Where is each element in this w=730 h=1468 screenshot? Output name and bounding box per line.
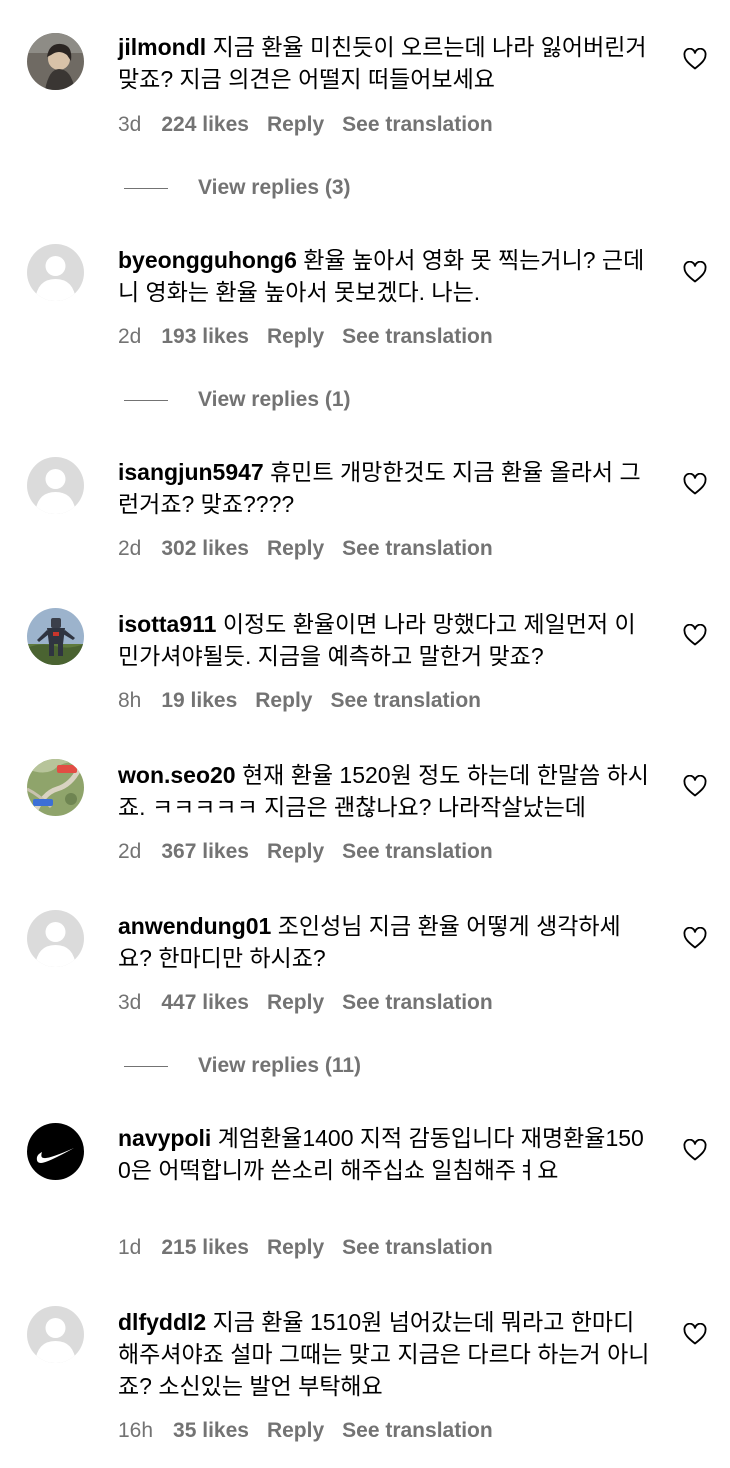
avatar[interactable] [27,33,84,90]
see-translation-button[interactable]: See translation [342,840,493,863]
reply-button[interactable]: Reply [267,113,324,136]
view-replies-button[interactable]: View replies (11) [124,1051,361,1081]
reply-button[interactable]: Reply [267,325,324,348]
reply-button[interactable]: Reply [267,1236,324,1259]
comment-body: isotta911 이정도 환율이면 나라 망했다고 제일먼저 이민가셔야될듯.… [118,608,653,672]
see-translation-button[interactable]: See translation [342,1236,493,1259]
heart-icon[interactable] [683,775,707,797]
likes-count[interactable]: 19 likes [161,689,237,712]
username[interactable]: anwendung01 [118,913,271,939]
reply-button[interactable]: Reply [267,1419,324,1442]
comment-meta: 3d 224 likes Reply See translation [118,113,511,137]
comment-meta: 2d 193 likes Reply See translation [118,325,511,349]
likes-count[interactable]: 367 likes [161,840,249,863]
heart-icon[interactable] [683,473,707,495]
heart-icon[interactable] [683,624,707,646]
avatar[interactable] [27,608,84,665]
timestamp: 2d [118,840,142,863]
comment-meta: 1d 215 likes Reply See translation [118,1236,511,1260]
likes-count[interactable]: 215 likes [161,1236,249,1259]
see-translation-button[interactable]: See translation [342,991,493,1014]
timestamp: 2d [118,537,142,560]
likes-count[interactable]: 302 likes [161,537,249,560]
reply-button[interactable]: Reply [267,991,324,1014]
replies-divider [124,187,168,189]
username[interactable]: dlfyddl2 [118,1309,206,1335]
heart-icon[interactable] [683,261,707,283]
view-replies-label: View replies (11) [198,1054,362,1077]
comment-meta: 3d 447 likes Reply See translation [118,991,511,1015]
view-replies-label: View replies (3) [198,176,351,199]
reply-button[interactable]: Reply [267,537,324,560]
username[interactable]: navypoli [118,1125,211,1151]
view-replies-button[interactable]: View replies (1) [124,385,351,415]
avatar[interactable] [27,910,84,967]
avatar[interactable] [27,457,84,514]
view-replies-label: View replies (1) [198,388,351,411]
avatar[interactable] [27,759,84,816]
username[interactable]: byeongguhong6 [118,247,297,273]
username[interactable]: isotta911 [118,611,216,637]
map-photo-avatar-icon [27,759,84,816]
comment-body: anwendung01 조인성님 지금 환율 어떻게 생각하세요? 한마디만 하… [118,910,653,974]
likes-count[interactable]: 447 likes [161,991,249,1014]
comment-body: jilmondl 지금 환율 미친듯이 오르는데 나라 잃어버린거 맞죠? 지금… [118,31,653,95]
view-replies-button[interactable]: View replies (3) [124,173,351,203]
replies-divider [124,399,168,401]
timestamp: 1d [118,1236,142,1259]
avatar[interactable] [27,1306,84,1363]
username[interactable]: won.seo20 [118,762,236,788]
timestamp: 3d [118,113,142,136]
comment-meta: 2d 302 likes Reply See translation [118,537,511,561]
comment-meta: 16h 35 likes Reply See translation [118,1419,511,1443]
see-translation-button[interactable]: See translation [342,113,493,136]
see-translation-button[interactable]: See translation [342,1419,493,1442]
default-avatar-icon [27,1306,84,1363]
comment-body: won.seo20 현재 환율 1520원 정도 하는데 한말씀 하시죠. ㅋㅋ… [118,759,653,823]
heart-icon[interactable] [683,1323,707,1345]
avatar[interactable] [27,244,84,301]
heart-icon[interactable] [683,48,707,70]
likes-count[interactable]: 35 likes [173,1419,249,1442]
comment-body: navypoli 계엄환율1400 지적 감동입니다 재명환율1500은 어떡합… [118,1122,653,1186]
likes-count[interactable]: 224 likes [161,113,249,136]
timestamp: 16h [118,1419,154,1442]
photo-avatar-icon [27,33,84,90]
see-translation-button[interactable]: See translation [342,325,493,348]
comment-body: byeongguhong6 환율 높아서 영화 못 찍는거니? 근데 니 영화는… [118,244,653,308]
timestamp: 8h [118,689,142,712]
comment-meta: 8h 19 likes Reply See translation [118,689,499,713]
see-translation-button[interactable]: See translation [330,689,481,712]
reply-button[interactable]: Reply [255,689,312,712]
default-avatar-icon [27,457,84,514]
robot-photo-avatar-icon [27,608,84,665]
see-translation-button[interactable]: See translation [342,537,493,560]
heart-icon[interactable] [683,1139,707,1161]
comment-body: dlfyddl2 지금 환율 1510원 넘어갔는데 뭐라고 한마디 해주셔야죠… [118,1306,653,1402]
timestamp: 3d [118,991,142,1014]
username[interactable]: jilmondl [118,34,206,60]
heart-icon[interactable] [683,927,707,949]
default-avatar-icon [27,244,84,301]
replies-divider [124,1065,168,1067]
reply-button[interactable]: Reply [267,840,324,863]
username[interactable]: isangjun5947 [118,459,264,485]
likes-count[interactable]: 193 likes [161,325,249,348]
default-avatar-icon [27,910,84,967]
swoosh-logo-avatar-icon [27,1123,84,1180]
comment-meta: 2d 367 likes Reply See translation [118,840,511,864]
comment-body: isangjun5947 휴민트 개망한것도 지금 환율 올라서 그런거죠? 맞… [118,456,653,520]
avatar[interactable] [27,1123,84,1180]
timestamp: 2d [118,325,142,348]
